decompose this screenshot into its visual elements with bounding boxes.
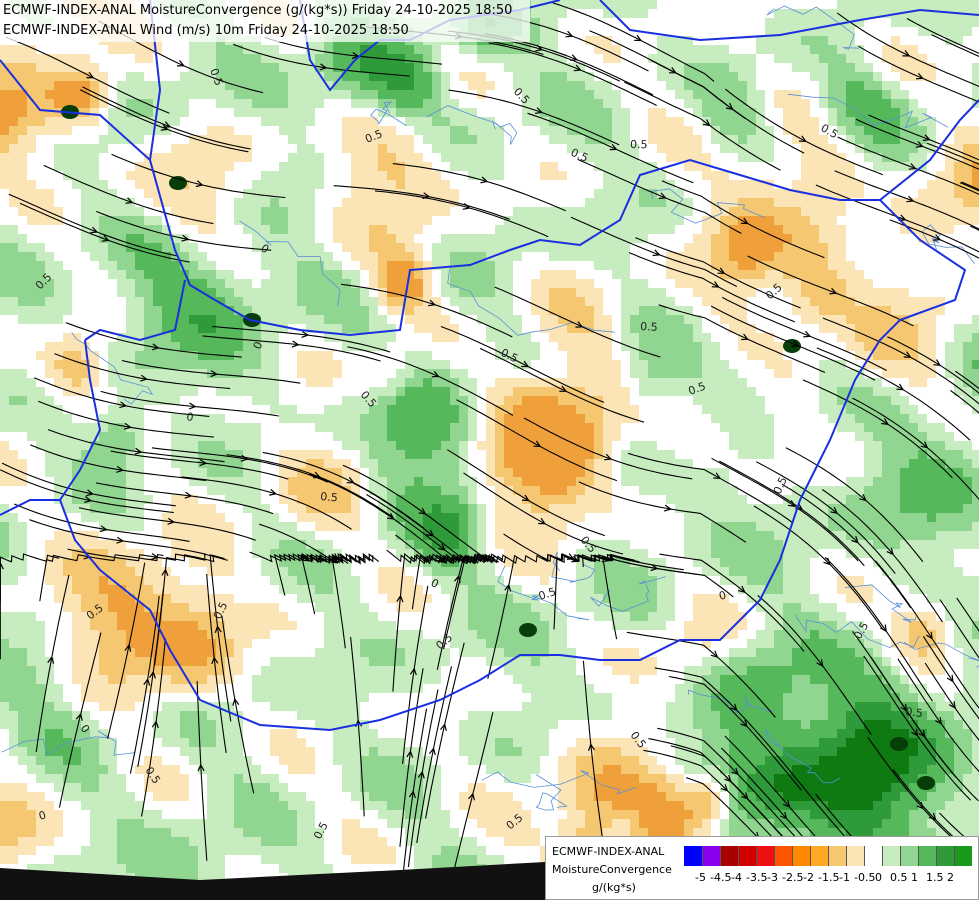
legend-tick-label: -0.5 bbox=[854, 871, 876, 884]
legend-swatch-10 bbox=[864, 846, 882, 866]
legend-tick-label: -1 bbox=[839, 871, 850, 884]
legend-swatch-13 bbox=[918, 846, 936, 866]
legend-parameter-name: MoistureConvergence bbox=[552, 863, 672, 876]
legend-tick-label: -4 bbox=[731, 871, 742, 884]
legend-model-name: ECMWF-INDEX-ANAL bbox=[552, 845, 665, 858]
legend-swatches bbox=[684, 846, 972, 866]
legend-swatch-14 bbox=[936, 846, 954, 866]
legend-tick-label: -2 bbox=[803, 871, 814, 884]
contour-label: 0.5 bbox=[640, 320, 658, 334]
legend-swatch-1 bbox=[702, 846, 720, 866]
legend-tick-label: 0.5 bbox=[890, 871, 908, 884]
legend-swatch-4 bbox=[756, 846, 774, 866]
legend-swatch-11 bbox=[882, 846, 900, 866]
legend-swatch-12 bbox=[900, 846, 918, 866]
legend-swatch-3 bbox=[738, 846, 756, 866]
legend-ticks: -5 -4.5 -4 -3.5 -3 -2.5 -2 -1.5 -1 -0.5 0 0.5 1 1.5 2 bbox=[684, 871, 972, 885]
legend-swatch-15 bbox=[954, 846, 972, 866]
legend-swatch-6 bbox=[792, 846, 810, 866]
legend-swatch-7 bbox=[810, 846, 828, 866]
legend-unit: g/(kg*s) bbox=[592, 881, 636, 894]
legend-tick-label: -2.5 bbox=[782, 871, 804, 884]
legend-swatch-9 bbox=[846, 846, 864, 866]
contour-label: 0.5 bbox=[320, 490, 339, 504]
legend-tick-label: -3.5 bbox=[746, 871, 768, 884]
contour-label: 0.5 bbox=[630, 138, 648, 151]
color-legend: ECMWF-INDEX-ANAL MoistureConvergence g/(… bbox=[545, 836, 979, 900]
map-title-box: ECMWF-INDEX-ANAL MoistureConvergence (g/… bbox=[0, 0, 530, 42]
legend-tick-label: -4.5 bbox=[710, 871, 732, 884]
map-title-wind: ECMWF-INDEX-ANAL Wind (m/s) 10m Friday 2… bbox=[3, 23, 409, 38]
legend-swatch-8 bbox=[828, 846, 846, 866]
map-title-moisture: ECMWF-INDEX-ANAL MoistureConvergence (g/… bbox=[3, 3, 513, 18]
legend-swatch-2 bbox=[720, 846, 738, 866]
contour-label: 0.5 bbox=[905, 705, 924, 720]
legend-tick-label: 2 bbox=[947, 871, 954, 884]
legend-tick-label: 1 bbox=[911, 871, 918, 884]
moisture-convergence-map[interactable]: 0.50.50.50.50.50.500.50.50.50.50.50.50.5… bbox=[0, 0, 979, 900]
legend-swatch-5 bbox=[774, 846, 792, 866]
legend-swatch-0 bbox=[684, 846, 702, 866]
legend-tick-label: -1.5 bbox=[818, 871, 840, 884]
legend-tick-label: -3 bbox=[767, 871, 778, 884]
legend-tick-label: 0 bbox=[875, 871, 882, 884]
legend-tick-label: 1.5 bbox=[926, 871, 944, 884]
legend-tick-label: -5 bbox=[695, 871, 706, 884]
